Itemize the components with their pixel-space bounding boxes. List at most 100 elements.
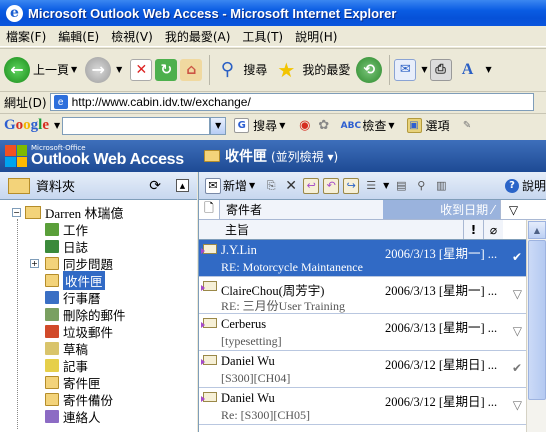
reply-icon[interactable]: ↩: [303, 177, 320, 194]
address-book-icon[interactable]: ▤: [393, 178, 409, 194]
mailbox-root[interactable]: − Darren 林瑞億: [0, 204, 197, 221]
menu-view[interactable]: 檢視(V): [105, 28, 159, 45]
window-titlebar: e Microsoft Outlook Web Access - Microso…: [0, 0, 546, 26]
home-icon[interactable]: ⌂: [180, 58, 203, 81]
search-magnifier-icon: ⚲: [220, 59, 234, 80]
flag-icon[interactable]: ▽: [513, 398, 522, 412]
message-row[interactable]: Cerberus 2006/3/13 [星期一] ... [typesettin…: [199, 314, 546, 351]
history-icon[interactable]: ⟲: [356, 56, 383, 83]
spell-check-caret-icon[interactable]: ▼: [388, 121, 394, 130]
folder-inbox[interactable]: 收件匣: [0, 271, 197, 290]
folder-drafts[interactable]: 草稿: [0, 340, 197, 357]
collapse-icon[interactable]: −: [12, 208, 21, 217]
folder-deleted-items[interactable]: 刪除的郵件: [0, 306, 197, 323]
flag-icon[interactable]: ✔: [512, 361, 522, 375]
stop-icon[interactable]: ✕: [130, 58, 153, 81]
options-button[interactable]: ▣ 選項: [406, 117, 450, 134]
folder-calendar[interactable]: 行事曆: [0, 289, 197, 306]
flag-icon[interactable]: ▽: [513, 324, 522, 338]
mail-read-icon: [201, 281, 217, 291]
mail-icon[interactable]: ✉: [394, 58, 417, 81]
refresh-folders-icon[interactable]: ⟳: [149, 178, 161, 194]
collapse-pane-icon[interactable]: ▲: [176, 179, 189, 192]
message-row[interactable]: ClaireChou(周芳宇) 2006/3/13 [星期一] ... RE: …: [199, 277, 546, 314]
view-dropdown-icon[interactable]: ▼: [383, 181, 389, 190]
new-message-button[interactable]: ✉ 新增 ▼: [203, 177, 257, 194]
abc-check-icon: ABC: [340, 120, 362, 131]
subject-column-header[interactable]: 主旨: [199, 220, 463, 239]
highlight-icon[interactable]: ✿: [316, 118, 331, 133]
folder-icon: [45, 257, 59, 270]
page-icon: e: [53, 95, 68, 109]
column-header-row-2: 主旨 ! ⌀: [199, 220, 546, 240]
pagerank-icon[interactable]: ◉: [297, 118, 312, 133]
font-dropdown-icon[interactable]: ▼: [486, 65, 492, 74]
back-button[interactable]: ← 上一頁 ▼: [4, 56, 79, 83]
received-date-column-header[interactable]: 收到日期 ⁄: [383, 200, 500, 219]
flag-icon[interactable]: ▽: [513, 287, 522, 301]
folder-junk[interactable]: 垃圾郵件: [0, 323, 197, 340]
folder-sync-issues[interactable]: + 同步問題: [0, 255, 197, 272]
view-selector[interactable]: (並列檢視 ▾): [271, 148, 338, 165]
print-icon[interactable]: ⎙: [429, 58, 452, 81]
menu-favorites[interactable]: 我的最愛(A): [159, 28, 237, 45]
address-input[interactable]: e http://www.cabin.idv.tw/exchange/: [49, 93, 534, 111]
google-search-dropdown-icon[interactable]: ▼: [210, 116, 227, 135]
google-search-caret-icon[interactable]: ▼: [279, 121, 285, 130]
pencil-icon[interactable]: ✎: [460, 118, 475, 133]
message-list-scrollbar[interactable]: ▲: [526, 220, 546, 432]
message-row[interactable]: Daniel Wu 2006/3/12 [星期日] ... Re: [S300]…: [199, 388, 546, 425]
scroll-up-icon[interactable]: ▲: [528, 221, 546, 239]
rules-icon[interactable]: ▥: [433, 178, 449, 194]
reply-all-icon[interactable]: ↶: [323, 177, 340, 194]
mail-read-icon: [201, 355, 217, 365]
menu-file[interactable]: 檔案(F): [0, 28, 52, 45]
favorites-button[interactable]: ★ 我的最愛: [273, 57, 350, 83]
spell-check-label: 檢查: [362, 119, 387, 133]
spell-check-button[interactable]: ABC 檢查 ▼: [340, 117, 396, 134]
forward-dropdown-icon[interactable]: ▼: [116, 65, 122, 74]
scroll-thumb[interactable]: [528, 240, 546, 400]
folder-sent-items[interactable]: 寄件備份: [0, 391, 197, 408]
folder-tasks[interactable]: 工作: [0, 221, 197, 238]
attachment-column-icon[interactable]: ⌀: [483, 220, 503, 239]
search-button-label: 搜尋: [243, 63, 268, 77]
find-icon[interactable]: ⚲: [413, 178, 429, 194]
sender-column-header[interactable]: 寄件者: [219, 200, 383, 219]
forward-button[interactable]: → ▼: [85, 56, 124, 83]
google-search-input[interactable]: [62, 116, 211, 135]
search-button[interactable]: ⚲ 搜尋: [214, 57, 268, 83]
folder-contacts[interactable]: 連絡人: [0, 408, 197, 425]
folder-journal[interactable]: 日誌: [0, 238, 197, 255]
new-dropdown-icon[interactable]: ▼: [249, 181, 255, 190]
sort-desc-icon: ⁄: [491, 202, 494, 217]
importance-column-header[interactable]: !: [463, 220, 483, 239]
move-icon[interactable]: ⎘: [263, 178, 279, 194]
menu-edit[interactable]: 編輯(E): [52, 28, 105, 45]
folder-notes[interactable]: 記事: [0, 357, 197, 374]
view-icon[interactable]: ☰: [363, 178, 379, 194]
menu-tools[interactable]: 工具(T): [236, 28, 289, 45]
delete-icon[interactable]: ✕: [283, 178, 299, 194]
message-row[interactable]: Daniel Wu 2006/3/12 [星期日] ... [S300][CH0…: [199, 351, 546, 388]
google-search-button[interactable]: G 搜尋 ▼: [234, 117, 287, 134]
mail-dropdown-icon[interactable]: ▼: [421, 65, 427, 74]
notes-icon: [45, 359, 59, 372]
google-logo-dropdown-icon[interactable]: ▼: [54, 121, 60, 130]
forward-icon[interactable]: ↪: [343, 177, 360, 194]
message-toolbar: ✉ 新增 ▼ ⎘ ✕ ↩ ↶ ↪ ☰ ▼ ▤ ⚲ ▥ ? 說明: [199, 172, 546, 200]
item-type-column-icon[interactable]: 🗋: [199, 200, 219, 219]
back-dropdown-icon[interactable]: ▼: [71, 65, 77, 74]
help-button[interactable]: ? 說明: [504, 177, 546, 194]
expand-icon[interactable]: +: [30, 259, 39, 268]
menu-help[interactable]: 說明(H): [289, 28, 343, 45]
google-logo[interactable]: Google: [4, 117, 49, 134]
google-g-icon: G: [234, 118, 250, 133]
message-row[interactable]: J.Y.Lin 2006/3/13 [星期一] ... RE: Motorcyc…: [199, 240, 546, 277]
flag-icon[interactable]: ✔: [512, 250, 522, 264]
folder-pane: 資料夾 ⟳ ▲ − Darren 林瑞億 工作 日誌 + 同步問題 收件匣 行事…: [0, 172, 197, 432]
folder-outbox[interactable]: 寄件匣: [0, 374, 197, 391]
font-size-icon[interactable]: A: [455, 57, 481, 83]
refresh-icon[interactable]: ↻: [155, 58, 178, 81]
flag-column-icon[interactable]: ▽: [500, 200, 526, 219]
